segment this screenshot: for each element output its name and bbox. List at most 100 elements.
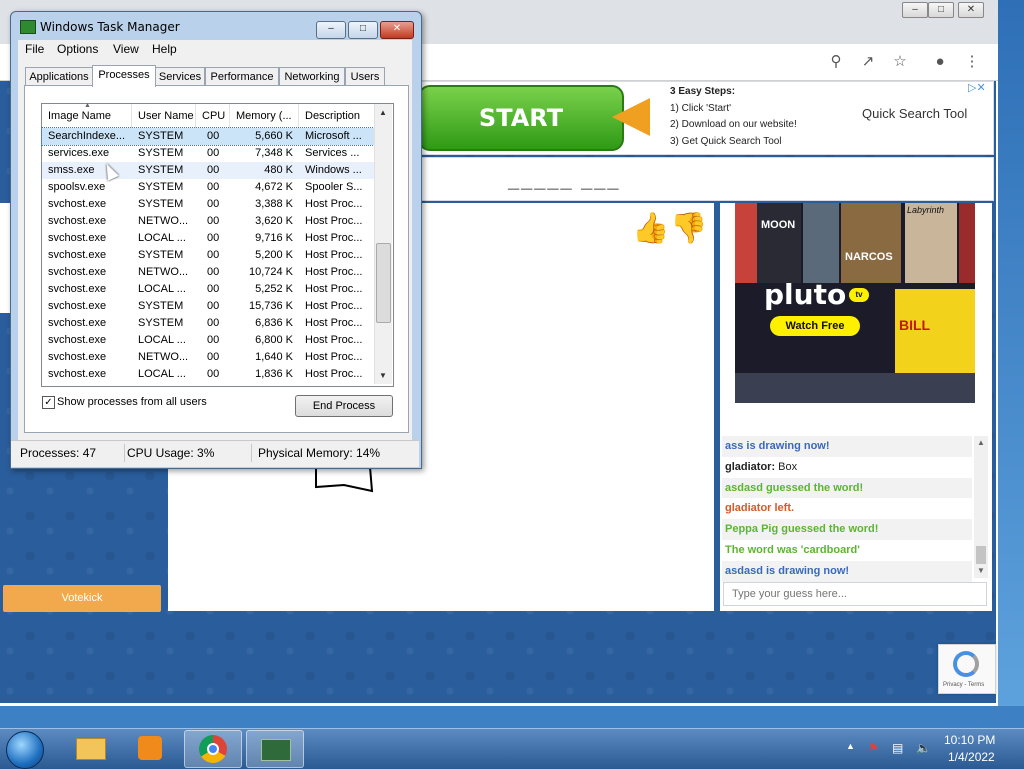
tab-applications[interactable]: Applications <box>25 67 93 86</box>
browser-close-button[interactable]: ✕ <box>958 2 984 18</box>
votekick-button[interactable]: Votekick <box>3 585 161 612</box>
clock-time[interactable]: 10:10 PM <box>944 733 995 747</box>
volume-icon[interactable]: 🔈 <box>916 741 931 755</box>
network-icon[interactable]: ▤ <box>892 741 903 755</box>
cpu-cell: 00 <box>207 232 220 244</box>
table-row[interactable]: svchost.exe LOCAL ... 00 1,836 K Host Proc..… <box>42 366 374 383</box>
table-row[interactable]: services.exe SYSTEM 00 7,348 K Services ... <box>42 145 374 162</box>
recaptcha-links[interactable]: Privacy - Terms <box>943 682 984 688</box>
task-manager-title: Windows Task Manager <box>40 20 180 34</box>
tab-performance[interactable]: Performance <box>205 67 279 86</box>
scroll-down-icon[interactable]: ▼ <box>977 566 985 575</box>
ad-step-1: 1) Click 'Start' <box>670 102 732 114</box>
table-row[interactable]: SearchIndexe... SYSTEM 00 5,660 K Microsoft … <box>41 127 375 146</box>
browser-minimize-button[interactable]: – <box>902 2 928 18</box>
action-center-icon[interactable]: ⚑ <box>868 741 879 755</box>
guess-input[interactable] <box>723 582 987 606</box>
ad-close-icon[interactable]: ▷✕ <box>968 81 986 94</box>
scroll-down-icon[interactable]: ▼ <box>379 371 387 380</box>
menu-file[interactable]: File <box>25 42 44 56</box>
process-table-header: Image Name User Name CPU Memory (... Des… <box>42 102 374 129</box>
chat-message: Peppa Pig guessed the word! <box>722 519 972 540</box>
table-row[interactable]: svchost.exe NETWO... 00 3,620 K Host Proc... <box>42 213 374 230</box>
tab-processes[interactable]: Processes <box>92 65 156 87</box>
tray-expand-icon[interactable]: ▲ <box>846 741 855 751</box>
menu-options[interactable]: Options <box>57 42 98 56</box>
table-row[interactable]: spoolsv.exe SYSTEM 00 4,672 K Spooler S... <box>42 179 374 196</box>
tm-close-button[interactable]: ✕ <box>380 21 414 39</box>
table-row[interactable]: svchost.exe SYSTEM 00 3,388 K Host Proc... <box>42 196 374 213</box>
cpu-cell: 00 <box>207 300 220 312</box>
image-name-cell: svchost.exe <box>48 351 107 363</box>
chat-message: ass is drawing now! <box>722 436 972 457</box>
chat-scroll-thumb[interactable] <box>976 546 986 564</box>
chat-message: gladiator left. <box>722 498 972 520</box>
browser-menu-icon[interactable]: ⋮ <box>962 52 982 72</box>
chat-message: The word was 'cardboard' <box>722 539 972 561</box>
description-cell: Host Proc... <box>305 232 363 244</box>
memory-cell: 1,640 K <box>255 351 293 363</box>
process-scroll-thumb[interactable] <box>376 243 391 323</box>
table-row[interactable]: svchost.exe SYSTEM 00 6,836 K Host Proc... <box>42 315 374 332</box>
share-icon[interactable]: ↗ <box>858 52 878 72</box>
word-hint-bar <box>410 157 994 201</box>
table-row[interactable]: svchost.exe SYSTEM 00 15,736 K Host Proc... <box>42 298 374 315</box>
poster-image: BILL <box>895 289 975 373</box>
tab-networking[interactable]: Networking <box>279 67 345 86</box>
cpu-cell: 00 <box>207 181 220 193</box>
table-row[interactable]: svchost.exe NETWO... 00 1,640 K Host Proc... <box>42 349 374 366</box>
show-all-processes-checkbox[interactable]: ✓ <box>42 396 55 409</box>
poster-title: MOON <box>761 219 796 231</box>
taskbar-explorer[interactable] <box>62 730 118 766</box>
scroll-up-icon[interactable]: ▲ <box>379 108 387 117</box>
profile-avatar-icon[interactable]: ● <box>930 52 950 72</box>
task-manager-app-icon <box>20 20 36 34</box>
memory-cell: 7,348 K <box>255 147 293 159</box>
description-cell: Host Proc... <box>305 249 363 261</box>
pluto-tv-badge: tv <box>849 288 869 302</box>
description-cell: Host Proc... <box>305 266 363 278</box>
image-name-cell: spoolsv.exe <box>48 181 106 193</box>
watch-free-button[interactable]: Watch Free <box>770 316 860 336</box>
user-name-cell: NETWO... <box>138 266 189 278</box>
menu-view[interactable]: View <box>113 42 139 56</box>
tab-users[interactable]: Users <box>345 67 385 86</box>
zoom-out-icon[interactable]: ⚲ <box>826 52 846 72</box>
thumbs-down-icon[interactable]: 👎 <box>670 212 707 246</box>
taskbar-media-player[interactable] <box>122 730 178 766</box>
description-cell: Host Proc... <box>305 334 363 346</box>
col-cpu[interactable]: CPU <box>196 104 230 128</box>
memory-cell: 1,836 K <box>255 368 293 380</box>
chat-scrollbar[interactable]: ▲ ▼ <box>974 436 988 578</box>
thumbs-up-icon[interactable]: 👍 <box>632 212 669 246</box>
memory-cell: 5,252 K <box>255 283 293 295</box>
user-name-cell: LOCAL ... <box>138 368 186 380</box>
user-name-cell: SYSTEM <box>138 147 184 159</box>
table-row[interactable]: svchost.exe SYSTEM 00 5,200 K Host Proc... <box>42 247 374 264</box>
table-row[interactable]: svchost.exe LOCAL ... 00 6,800 K Host Proc..… <box>42 332 374 349</box>
table-row[interactable]: smss.exe SYSTEM 00 480 K Windows ... <box>42 162 374 179</box>
end-process-button[interactable]: End Process <box>295 395 393 417</box>
description-cell: Services ... <box>305 147 360 159</box>
bookmark-star-icon[interactable]: ☆ <box>890 52 910 72</box>
user-name-cell: SYSTEM <box>138 317 184 329</box>
scroll-up-icon[interactable]: ▲ <box>977 438 985 447</box>
show-all-processes-label[interactable]: Show processes from all users <box>57 396 207 408</box>
table-row[interactable]: svchost.exe LOCAL ... 00 5,252 K Host Proc..… <box>42 281 374 298</box>
ad-start-button[interactable]: START <box>418 85 624 151</box>
taskbar-chrome[interactable] <box>184 730 242 768</box>
col-description[interactable]: Description <box>299 104 374 128</box>
col-memory[interactable]: Memory (... <box>230 104 299 128</box>
table-row[interactable]: svchost.exe LOCAL ... 00 9,716 K Host Proc..… <box>42 230 374 247</box>
taskbar-task-manager[interactable] <box>246 730 304 768</box>
table-row[interactable]: svchost.exe NETWO... 00 10,724 K Host Proc..… <box>42 264 374 281</box>
menu-help[interactable]: Help <box>152 42 177 56</box>
start-button[interactable] <box>6 731 44 769</box>
chat-text: asdasd is drawing now! <box>725 564 850 577</box>
tm-maximize-button[interactable]: □ <box>348 21 378 39</box>
tab-services[interactable]: Services <box>155 67 205 86</box>
clock-date[interactable]: 1/4/2022 <box>948 750 995 764</box>
browser-maximize-button[interactable]: □ <box>928 2 954 18</box>
col-user-name[interactable]: User Name <box>132 104 196 128</box>
tm-minimize-button[interactable]: – <box>316 21 346 39</box>
